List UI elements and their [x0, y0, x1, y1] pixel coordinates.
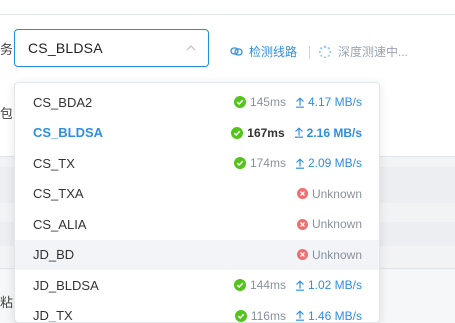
option-name: JD_TX: [33, 308, 73, 323]
error-circle-icon: [296, 218, 308, 230]
check-circle-icon: [233, 157, 246, 169]
option-metrics: 116ms 1.46 MB/s: [234, 308, 362, 323]
line-select-value: CS_BLDSA: [28, 40, 103, 56]
option-status-unknown: Unknown: [311, 247, 362, 262]
upload-arrow-icon: [295, 310, 304, 321]
upload-arrow-icon: [295, 157, 304, 169]
option-bandwidth: 4.17 MB/s: [307, 95, 362, 109]
check-circle-icon: [234, 309, 247, 322]
dropdown-option-cs-tx[interactable]: CS_TX 174ms 2.09 MB/s: [15, 148, 379, 178]
option-name: CS_TX: [33, 155, 75, 171]
error-circle-icon: [296, 249, 308, 260]
speed-test-label: 深度测速中...: [338, 45, 409, 59]
detect-line-button[interactable]: 检测线路: [230, 43, 297, 60]
line-select[interactable]: CS_BLDSA: [14, 29, 209, 67]
option-metrics: Unknown: [296, 247, 362, 262]
option-bandwidth: 2.09 MB/s: [307, 156, 362, 170]
field-label-fragment: 粘: [0, 295, 14, 310]
dropdown-option-cs-txa[interactable]: CS_TXA Unknown: [15, 179, 379, 209]
check-circle-icon: [231, 126, 244, 139]
option-metrics: 144ms 1.02 MB/s: [233, 278, 362, 292]
dropdown-option-jd-bldsa[interactable]: JD_BLDSA 144ms 1.02 MB/s: [15, 270, 379, 300]
option-name: CS_ALIA: [33, 216, 87, 232]
option-metrics: Unknown: [296, 217, 362, 231]
option-status-unknown: Unknown: [311, 217, 362, 231]
dropdown-option-cs-bldsa[interactable]: CS_BLDSA 167ms 2.16 MB/s: [15, 118, 379, 148]
option-latency: 145ms: [249, 95, 286, 109]
option-name: JD_BLDSA: [33, 277, 99, 293]
option-latency: 144ms: [249, 278, 286, 292]
top-divider: [0, 14, 455, 15]
option-bandwidth: 2.16 MB/s: [306, 125, 362, 140]
option-status-unknown: Unknown: [311, 186, 362, 201]
loading-spinner-icon: [318, 45, 332, 58]
line-dropdown: CS_BDA2 145ms 4.17 MB/s CS_BLDSA 167ms 2.16 M…: [14, 82, 380, 323]
option-name: CS_TXA: [33, 186, 84, 201]
dropdown-option-jd-tx[interactable]: JD_TX 116ms 1.46 MB/s: [15, 301, 379, 323]
vertical-divider: [309, 46, 310, 59]
option-name: CS_BLDSA: [33, 125, 104, 140]
upload-arrow-icon: [294, 127, 303, 138]
option-metrics: 145ms 4.17 MB/s: [233, 95, 362, 109]
option-name: JD_BD: [33, 247, 75, 262]
option-latency: 116ms: [250, 308, 286, 323]
upload-arrow-icon: [295, 96, 304, 108]
dropdown-option-cs-alia[interactable]: CS_ALIA Unknown: [15, 209, 379, 239]
option-metrics: 167ms 2.16 MB/s: [231, 126, 362, 140]
error-circle-icon: [296, 188, 308, 199]
field-label-fragment: 务: [0, 42, 12, 57]
option-latency: 167ms: [247, 125, 285, 140]
field-label-fragment: 包: [0, 106, 12, 121]
speed-test-status: 深度测速中...: [318, 43, 408, 60]
dropdown-option-cs-bda2[interactable]: CS_BDA2 145ms 4.17 MB/s: [15, 87, 379, 117]
detect-line-label: 检测线路: [249, 45, 298, 59]
option-latency: 174ms: [249, 156, 286, 170]
link-icon: [230, 47, 243, 56]
chevron-up-icon: [186, 45, 196, 51]
check-circle-icon: [233, 279, 246, 291]
upload-arrow-icon: [295, 279, 304, 291]
option-bandwidth: 1.46 MB/s: [307, 308, 362, 323]
option-name: CS_BDA2: [33, 94, 93, 110]
option-bandwidth: 1.02 MB/s: [307, 278, 362, 292]
option-metrics: Unknown: [296, 186, 362, 201]
dropdown-option-jd-bd[interactable]: JD_BD Unknown: [15, 239, 379, 270]
check-circle-icon: [233, 96, 246, 108]
option-metrics: 174ms 2.09 MB/s: [233, 156, 362, 170]
